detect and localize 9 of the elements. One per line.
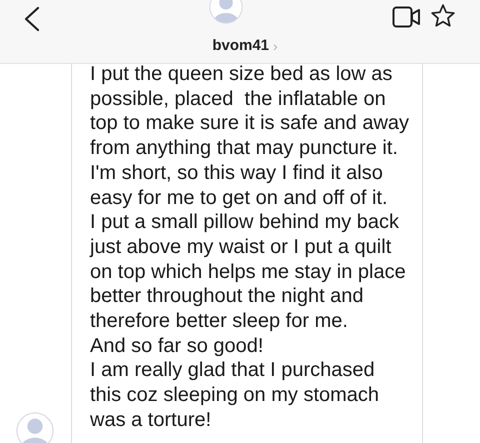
back-icon[interactable] (22, 6, 42, 32)
message-paragraph: I put a small pillow behind my back just above my waist or I put a quilt on top which helps me stay in place better throughout the night and therefore better sleep for me. (90, 210, 406, 334)
chevron-text: › (273, 36, 278, 56)
video-call-icon[interactable] (392, 6, 421, 28)
star-icon[interactable] (430, 3, 456, 29)
username[interactable]: bvom41 (212, 35, 270, 58)
message-paragraph: I put the queen size bed as low as possible, placed the inflatable on top to make sure it is safe and away from anything that may puncture it. I'm short, so this way I find it also easy for me to get on and off of it. (90, 62, 410, 210)
message-paragraph: And so far so good! (90, 334, 264, 358)
message-paragraph: I am really glad that I purchased this coz sleeping on my stomach was a torture! (90, 358, 380, 433)
